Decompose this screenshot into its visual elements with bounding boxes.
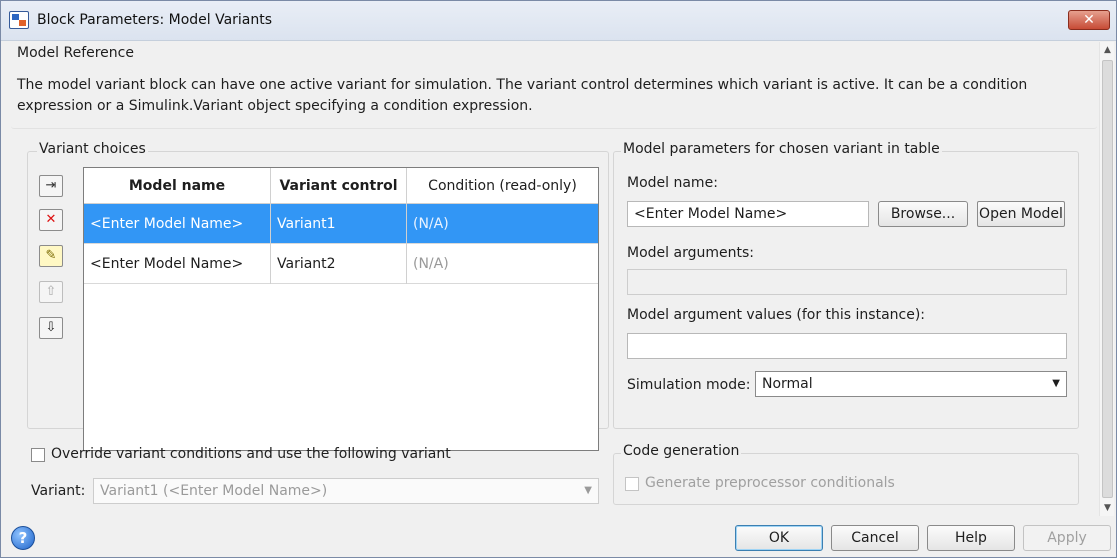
- table-header: Model name Variant control Condition (re…: [84, 168, 598, 204]
- scroll-thumb[interactable]: [1102, 60, 1113, 498]
- variant-choices-title: Variant choices: [37, 141, 148, 157]
- model-reference-section: Model Reference The model variant block …: [11, 45, 1097, 129]
- variant-dropdown: Variant1 (<Enter Model Name>) ▼: [93, 478, 599, 504]
- column-variant-control[interactable]: Variant control: [270, 168, 406, 204]
- model-name-field[interactable]: <Enter Model Name>: [627, 201, 869, 227]
- arrow-down-icon: ⇩: [45, 320, 57, 335]
- model-reference-description: The model variant block can have one act…: [17, 75, 1057, 117]
- help-button[interactable]: Help: [927, 525, 1015, 551]
- cell-variant-control[interactable]: Variant1: [270, 204, 406, 244]
- table-row[interactable]: <Enter Model Name> Variant1 (N/A): [84, 204, 598, 244]
- table-row[interactable]: <Enter Model Name> Variant2 (N/A): [84, 244, 598, 284]
- delete-choice-button[interactable]: ✕: [39, 209, 63, 231]
- dialog-window: Block Parameters: Model Variants ✕ Model…: [0, 0, 1117, 558]
- edit-choice-button[interactable]: ✎: [39, 245, 63, 267]
- ok-button[interactable]: OK: [735, 525, 823, 551]
- add-row-icon: ⇥: [45, 178, 57, 193]
- override-label[interactable]: Override variant conditions and use the …: [51, 446, 451, 462]
- cell-model-name[interactable]: <Enter Model Name>: [84, 204, 270, 244]
- close-button[interactable]: ✕: [1068, 10, 1110, 30]
- column-model-name[interactable]: Model name: [84, 168, 270, 204]
- preprocessor-conditionals-label: Generate preprocessor conditionals: [645, 475, 895, 491]
- preprocessor-conditionals-checkbox: [625, 477, 639, 491]
- code-generation-title: Code generation: [621, 443, 742, 459]
- apply-button: Apply: [1023, 525, 1111, 551]
- scroll-up-arrow-icon[interactable]: ▲: [1100, 42, 1115, 58]
- model-argument-values-label: Model argument values (for this instance…: [627, 307, 926, 323]
- cell-condition: (N/A): [406, 204, 598, 244]
- model-arguments-label: Model arguments:: [627, 245, 754, 261]
- simulation-mode-label: Simulation mode:: [627, 377, 751, 393]
- scroll-down-arrow-icon[interactable]: ▼: [1100, 500, 1115, 516]
- model-params-title: Model parameters for chosen variant in t…: [621, 141, 942, 157]
- variant-label: Variant:: [31, 483, 86, 499]
- dropdown-arrow-icon: ▼: [1052, 378, 1060, 389]
- move-up-button[interactable]: ⇧: [39, 281, 63, 303]
- simulink-block-icon: [9, 11, 29, 29]
- dropdown-arrow-icon: ▼: [584, 485, 592, 496]
- cell-condition: (N/A): [406, 244, 598, 284]
- model-name-label: Model name:: [627, 175, 718, 191]
- simulation-mode-dropdown[interactable]: Normal ▼: [755, 371, 1067, 397]
- browse-button[interactable]: Browse...: [878, 201, 968, 227]
- window-title: Block Parameters: Model Variants: [37, 12, 273, 28]
- column-condition[interactable]: Condition (read-only): [406, 168, 598, 204]
- description-line-2: expression or a Simulink.Variant object …: [17, 98, 533, 114]
- cancel-button[interactable]: Cancel: [831, 525, 919, 551]
- open-model-button[interactable]: Open Model: [977, 201, 1065, 227]
- model-reference-title: Model Reference: [17, 45, 134, 61]
- variant-dropdown-value: Variant1 (<Enter Model Name>): [100, 483, 328, 499]
- delete-icon: ✕: [45, 212, 57, 227]
- help-icon[interactable]: ?: [11, 526, 35, 550]
- arrow-up-icon: ⇧: [45, 284, 57, 299]
- description-line-1: The model variant block can have one act…: [17, 77, 1028, 93]
- variant-choices-table: Model name Variant control Condition (re…: [83, 167, 599, 451]
- title-bar: Block Parameters: Model Variants ✕: [1, 1, 1116, 41]
- vertical-scrollbar[interactable]: ▲ ▼: [1099, 42, 1114, 516]
- simulation-mode-value: Normal: [762, 376, 813, 392]
- cell-variant-control[interactable]: Variant2: [270, 244, 406, 284]
- cell-model-name[interactable]: <Enter Model Name>: [84, 244, 270, 284]
- move-down-button[interactable]: ⇩: [39, 317, 63, 339]
- model-arguments-field: [627, 269, 1067, 295]
- override-checkbox[interactable]: [31, 448, 45, 462]
- add-choice-button[interactable]: ⇥: [39, 175, 63, 197]
- model-argument-values-field[interactable]: [627, 333, 1067, 359]
- edit-icon: ✎: [45, 248, 57, 263]
